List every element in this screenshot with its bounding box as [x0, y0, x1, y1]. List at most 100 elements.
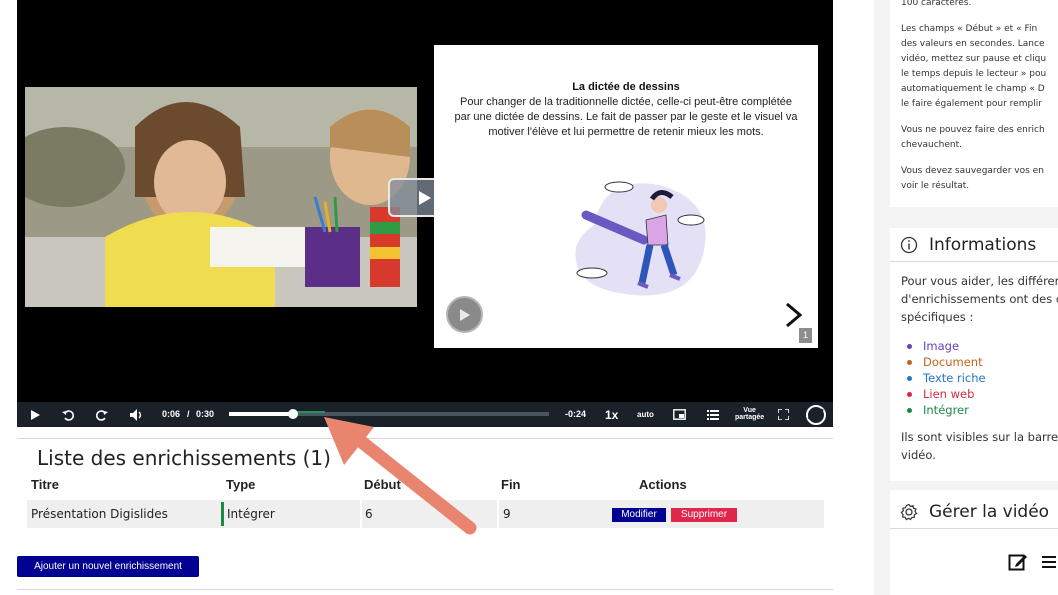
delete-button[interactable]: Supprimer [671, 508, 737, 522]
slide-title: La dictée de dessins [572, 81, 680, 93]
divider [17, 438, 833, 439]
help-line: voir le résultat. [901, 181, 970, 191]
help-line: Vous ne pouvez faire des enrich [901, 125, 1045, 135]
info-text: Pour vous aider, les différer d'enrichis… [901, 272, 1058, 326]
pod-logo-icon [806, 404, 826, 425]
info-line: Pour vous aider, les différer [901, 274, 1058, 288]
play-button[interactable] [27, 402, 43, 427]
help-line: Les champs « Début » et « Fin [901, 24, 1038, 34]
row-start: 6 [365, 507, 373, 521]
slide-body: Pour changer de la traditionnelle dictée… [452, 95, 800, 140]
play-icon [30, 409, 40, 420]
divider [890, 261, 1058, 262]
drawing-illustration [575, 181, 706, 296]
progress-bar[interactable] [229, 409, 549, 419]
slide-play-button[interactable] [446, 296, 483, 333]
divider [890, 528, 1058, 529]
col-header-title: Titre [31, 477, 59, 492]
slide-body-line: motiver l'élève et lui permettre de rete… [488, 126, 764, 138]
progress-handle[interactable] [288, 409, 298, 419]
manage-title: Gérer la vidéo [929, 502, 1050, 522]
classroom-video-image [25, 87, 417, 307]
help-line: 100 caractères. [901, 0, 972, 8]
video-thumbnail[interactable] [25, 87, 417, 307]
shared-view-button[interactable]: Vue partagée [735, 407, 764, 421]
shared-view-label-1: Vue [743, 407, 756, 414]
chapters-button[interactable] [705, 402, 721, 427]
menu-icon[interactable] [1042, 555, 1056, 569]
slide-body-line: Pour changer de la traditionnelle dictée… [459, 96, 793, 108]
play-icon [419, 190, 431, 205]
col-header-end: Fin [501, 477, 521, 492]
help-sidebar: 100 caractères. Les champs « Début » et … [874, 0, 1058, 595]
row-end: 9 [503, 507, 511, 521]
legend-item-document: Document [907, 354, 986, 370]
info-title: Informations [929, 235, 1037, 255]
help-line: chevauchent. [901, 140, 963, 150]
pip-button[interactable] [671, 402, 687, 427]
speed-button[interactable]: 1x [605, 402, 618, 427]
col-header-type: Type [226, 477, 256, 492]
visibility-line: vidéo. [901, 448, 936, 462]
help-text: Vous devez sauvegarder vos en voir le ré… [901, 164, 1044, 194]
player-controls: 0:06 / 0:30 -0:24 1x auto Vue partagée [17, 402, 833, 427]
enrichment-type-legend: Image Document Texte riche Lien web Inté… [907, 338, 986, 418]
help-text: Vous ne pouvez faire des enrich chevauch… [901, 123, 1045, 153]
help-line: le temps depuis le lecteur » pou [901, 69, 1047, 79]
type-color-bar [221, 502, 224, 526]
shared-view-label-2: partagée [735, 414, 765, 421]
video-player: La dictée de dessins Pour changer de la … [17, 0, 833, 427]
rewind-icon [62, 409, 74, 421]
add-enrichment-button[interactable]: Ajouter un nouvel enrichissement [17, 556, 199, 577]
chevron-right-icon [786, 302, 803, 328]
progress-fill [229, 412, 293, 416]
divider [17, 589, 833, 590]
remaining-time: -0:24 [565, 409, 587, 419]
info-line: spécifiques : [901, 310, 974, 324]
current-time: 0:06 [162, 409, 181, 419]
help-line: Vous devez sauvegarder vos en [901, 166, 1044, 176]
logo-button[interactable] [804, 402, 828, 427]
legend-item-web-link: Lien web [907, 386, 986, 402]
slide-next-button[interactable] [782, 301, 806, 329]
info-line: d'enrichissements ont des c [901, 292, 1058, 306]
legend-item-embed: Intégrer [907, 402, 986, 418]
visibility-line: Ils sont visibles sur la barre [901, 430, 1058, 444]
list-title: Liste des enrichissements (1) [37, 446, 331, 470]
help-text: 100 caractères. [901, 0, 971, 11]
info-icon [900, 236, 918, 254]
row-type: Intégrer [227, 507, 275, 521]
fullscreen-button[interactable] [775, 402, 791, 427]
col-header-actions: Actions [639, 477, 687, 492]
edit-icon[interactable] [1008, 552, 1028, 572]
slide-presentation: La dictée de dessins Pour changer de la … [434, 45, 818, 348]
list-icon [707, 409, 719, 420]
forward-icon [96, 409, 108, 421]
time-separator: / [187, 409, 190, 419]
duration: 0:30 [196, 409, 215, 419]
volume-icon [130, 408, 142, 421]
slide-page-number: 1 [799, 328, 812, 343]
slide-body-line: par une dictée de dessins. Le fait de pa… [454, 111, 798, 123]
col-header-start: Début [364, 477, 401, 492]
volume-button[interactable] [128, 402, 146, 427]
legend-item-rich-text: Texte riche [907, 370, 986, 386]
legend-item-image: Image [907, 338, 986, 354]
help-text: Les champs « Début » et « Fin des valeur… [901, 22, 1046, 112]
row-title: Présentation Digislides [31, 507, 168, 521]
edit-button[interactable]: Modifier [612, 508, 666, 522]
fullscreen-icon [777, 409, 789, 420]
quality-button[interactable]: auto [637, 402, 654, 427]
help-line: automatiquement le champ « D [901, 84, 1045, 94]
gear-icon [900, 503, 918, 521]
cell-separator [497, 500, 499, 528]
help-line: des valeurs en secondes. Lance [901, 39, 1045, 49]
help-line: vidéo, mettez sur pause et cliqu [901, 54, 1047, 64]
play-icon [459, 308, 470, 321]
forward-button[interactable] [94, 402, 110, 427]
help-line: le faire également pour remplir [901, 99, 1042, 109]
picture-in-picture-icon [672, 409, 686, 420]
visibility-text: Ils sont visibles sur la barre vidéo. [901, 428, 1058, 464]
rewind-button[interactable] [60, 402, 76, 427]
cell-separator [360, 500, 362, 528]
